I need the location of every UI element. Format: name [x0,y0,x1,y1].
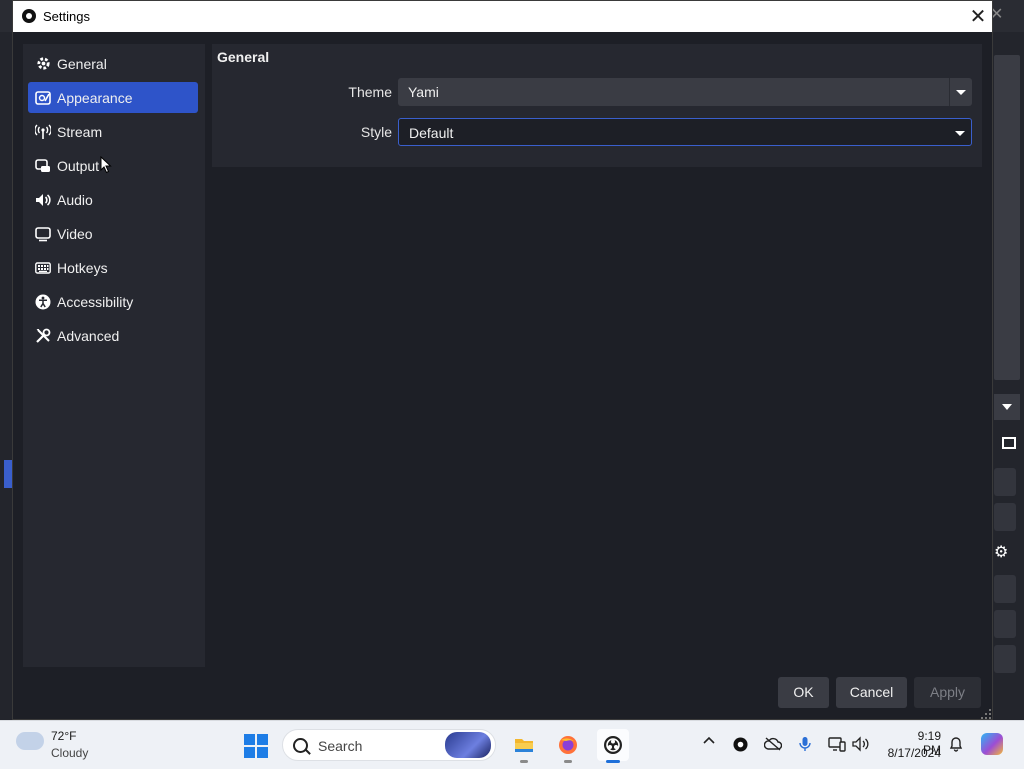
sidebar-item-label: Output [57,157,100,174]
obs-logo-icon [22,9,36,23]
gear-icon [35,56,51,72]
obs-gear-icon[interactable]: ⚙ [994,542,1008,562]
network-icon[interactable] [828,736,846,755]
sidebar-item-accessibility[interactable]: Accessibility [28,286,198,317]
close-button[interactable]: ✕ [964,4,992,30]
search-highlight-image [445,732,491,758]
appearance-icon [35,90,51,106]
chevron-down-icon [949,78,972,106]
sidebar-item-label: Audio [57,191,93,208]
sidebar-item-video[interactable]: Video [28,218,198,249]
sidebar-item-output[interactable]: Output [28,150,198,181]
sidebar-item-label: Stream [57,123,103,140]
obs-main-window-selection [4,460,12,488]
onedrive-offline-icon[interactable] [763,737,783,754]
section-title: General [217,49,270,65]
obs-tray-icon[interactable] [733,737,748,755]
obs-side-button[interactable] [994,503,1016,531]
taskbar: 72°F Cloudy Search 9:19 PM 8/17/2024 [0,720,1024,769]
theme-value: Yami [408,84,439,100]
volume-icon[interactable] [852,736,870,755]
sidebar-item-audio[interactable]: Audio [28,184,198,215]
weather-temperature[interactable]: 72°F [51,729,76,743]
sidebar-item-stream[interactable]: Stream [28,116,198,147]
sidebar-item-label: Advanced [57,327,120,344]
sidebar-item-general[interactable]: General [28,48,198,79]
obs-icon [604,736,622,754]
chevron-up-icon[interactable] [702,734,716,751]
microphone-icon[interactable] [799,736,811,755]
monitor-icon [35,226,51,242]
clock-date[interactable]: 8/17/2024 [883,746,941,760]
obs-side-button[interactable] [994,575,1016,603]
settings-sidebar: General Appearance Stream Output Audio V… [23,44,205,667]
style-label: Style [360,124,392,140]
obs-main-window-scrollbar[interactable] [994,55,1020,380]
tools-icon [35,328,51,344]
broadcast-icon [35,124,51,140]
settings-dialog: Settings ✕ General Appearance Stream Out… [12,0,993,720]
speaker-icon [35,192,51,208]
copilot-icon[interactable] [981,733,1003,755]
window-title: Settings [43,9,90,24]
sidebar-item-label: Video [57,225,93,242]
style-dropdown[interactable]: Default [398,118,972,146]
theme-dropdown[interactable]: Yami [398,78,972,106]
output-icon [35,158,51,174]
obs-main-window-dropdown[interactable] [994,394,1020,420]
sidebar-item-label: Hotkeys [57,259,108,276]
obs-side-button[interactable] [994,468,1016,496]
dock-popout-icon[interactable] [1002,437,1016,449]
obs-taskbar-button[interactable] [597,729,629,763]
accessibility-icon [35,294,51,310]
title-bar: Settings ✕ [13,1,992,32]
appearance-general-group: General Theme Yami Style Default [212,44,982,167]
keyboard-icon [35,260,51,276]
weather-condition[interactable]: Cloudy [51,746,88,760]
sidebar-item-hotkeys[interactable]: Hotkeys [28,252,198,283]
taskbar-search[interactable]: Search [282,729,496,761]
notification-bell-icon[interactable] [949,736,963,756]
cancel-button[interactable]: Cancel [836,677,907,708]
sidebar-item-label: Accessibility [57,293,134,310]
start-button[interactable] [244,734,268,758]
sidebar-item-advanced[interactable]: Advanced [28,320,198,351]
chevron-down-icon [949,119,971,147]
cloud-icon[interactable] [16,732,44,750]
resize-grip-icon[interactable] [981,709,991,719]
obs-main-window-left-edge [0,32,12,720]
search-icon [293,738,308,753]
ok-button[interactable]: OK [778,677,829,708]
obs-side-button[interactable] [994,645,1016,673]
folder-icon [515,739,533,752]
firefox-icon [559,736,577,754]
file-explorer-button[interactable] [508,729,540,763]
mouse-cursor-icon [100,156,112,174]
obs-side-button[interactable] [994,610,1016,638]
sidebar-item-label: General [57,55,107,72]
style-value: Default [409,125,454,141]
apply-button[interactable]: Apply [914,677,981,708]
firefox-button[interactable] [552,729,584,763]
search-placeholder: Search [318,738,363,754]
sidebar-item-appearance[interactable]: Appearance [28,82,198,113]
theme-label: Theme [348,84,392,100]
sidebar-item-label: Appearance [57,89,133,106]
